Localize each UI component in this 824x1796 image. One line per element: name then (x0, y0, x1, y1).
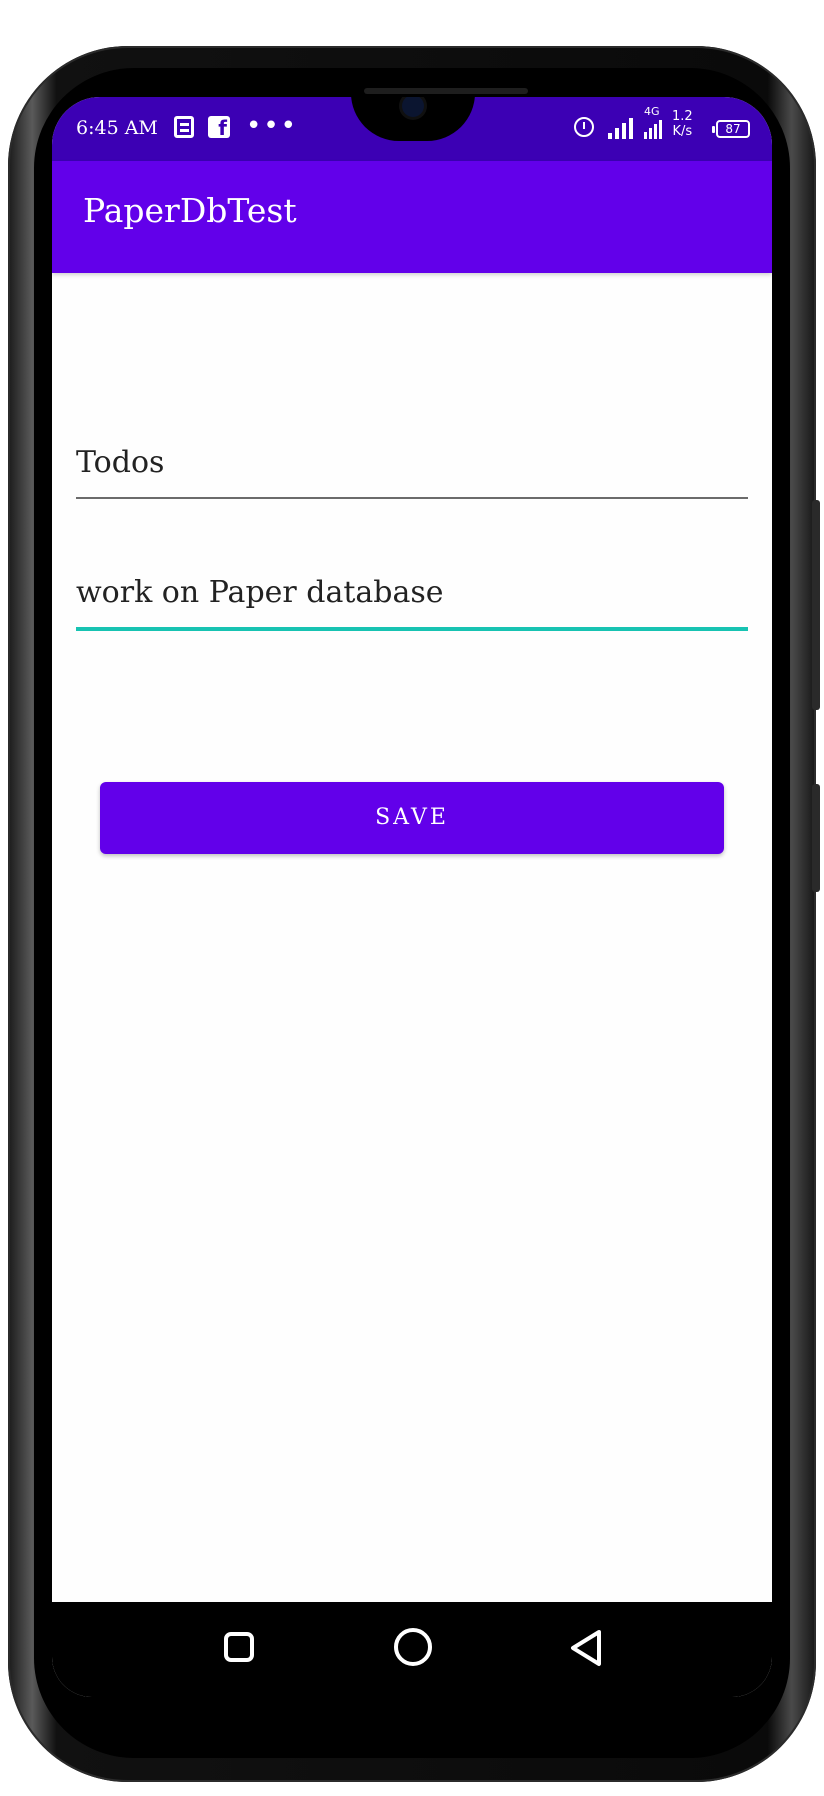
key-input[interactable]: Todos (76, 439, 748, 499)
back-triangle-icon[interactable] (568, 1628, 604, 1668)
app-bar: PaperDbTest (52, 161, 772, 273)
more-notifications-icon: ••• (246, 111, 299, 141)
signal-icon-2 (644, 115, 662, 139)
status-bar: 6:45 AM f ••• 4G 1.2 K/s 87 (52, 97, 772, 161)
network-speed: 1.2 K/s (672, 109, 693, 139)
camera-notch (351, 97, 475, 141)
speed-value: 1.2 (672, 109, 693, 124)
battery-icon: 87 (712, 120, 750, 138)
recents-square-icon[interactable] (224, 1632, 254, 1662)
speed-unit: K/s (672, 124, 693, 139)
device-mockup: 6:45 AM f ••• 4G 1.2 K/s 87 PaperDbTest … (0, 0, 824, 1796)
home-circle-icon[interactable] (394, 1628, 432, 1666)
navigation-bar (52, 1602, 772, 1697)
power-button (812, 784, 820, 892)
alarm-icon (574, 117, 594, 137)
front-camera-icon (402, 97, 424, 117)
value-input[interactable]: work on Paper database (76, 569, 748, 631)
screen: 6:45 AM f ••• 4G 1.2 K/s 87 PaperDbTest … (52, 97, 772, 1697)
volume-button (812, 500, 820, 710)
key-input-value: Todos (76, 445, 165, 480)
app-title: PaperDbTest (83, 191, 297, 230)
news-icon (174, 116, 194, 138)
save-button[interactable]: SAVE (100, 782, 724, 854)
battery-level: 87 (725, 122, 741, 136)
value-input-value: work on Paper database (76, 575, 444, 610)
facebook-icon: f (208, 116, 230, 140)
status-time: 6:45 AM (76, 117, 158, 139)
signal-icon (608, 115, 633, 139)
earpiece-speaker (364, 88, 528, 94)
